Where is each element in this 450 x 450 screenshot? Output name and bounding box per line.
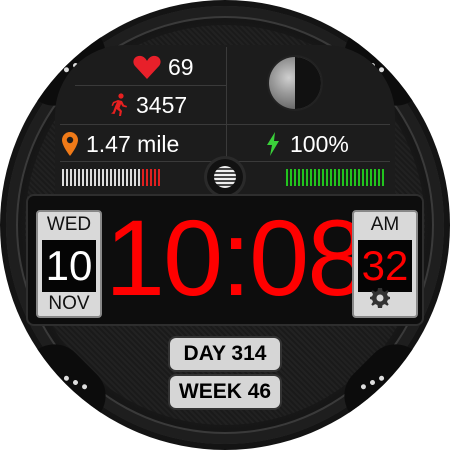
- bar-segment: [146, 169, 148, 186]
- steps-progress-bar: [62, 169, 160, 186]
- bar-segment: [70, 169, 72, 186]
- month: NOV: [48, 293, 90, 314]
- bar-segment: [86, 169, 88, 186]
- lightning-bolt-icon: [267, 132, 279, 156]
- bar-segment: [378, 169, 380, 186]
- bar-segment: [158, 169, 160, 186]
- bar-segment: [302, 169, 304, 186]
- bar-segment: [298, 169, 300, 186]
- bar-segment: [66, 169, 68, 186]
- bar-segment: [358, 169, 360, 186]
- bar-segment: [98, 169, 100, 186]
- bar-segment: [142, 169, 144, 186]
- bar-segment: [62, 169, 64, 186]
- bar-segment: [294, 169, 296, 186]
- bar-segment: [318, 169, 320, 186]
- bar-segment: [130, 169, 132, 186]
- distance-value: 1.47 mile: [86, 130, 180, 157]
- panel-divider-2: [60, 124, 390, 125]
- bar-segment: [126, 169, 128, 186]
- bar-segment: [114, 169, 116, 186]
- battery[interactable]: 100%: [266, 129, 349, 159]
- bar-segment: [138, 169, 140, 186]
- bar-segment: [366, 169, 368, 186]
- bar-segment: [94, 169, 96, 186]
- running-person-icon: [111, 93, 127, 116]
- bar-segment: [322, 169, 324, 186]
- heart-rate[interactable]: 69: [133, 52, 194, 82]
- distance[interactable]: 1.47 mile: [62, 129, 179, 159]
- bar-segment: [374, 169, 376, 186]
- bar-segment: [350, 169, 352, 186]
- bar-segment: [122, 169, 124, 186]
- bar-segment: [314, 169, 316, 186]
- center-button[interactable]: [207, 159, 243, 195]
- bar-segment: [362, 169, 364, 186]
- bar-segment: [118, 169, 120, 186]
- bar-segment: [110, 169, 112, 186]
- bar-segment: [310, 169, 312, 186]
- grille-icon: [214, 166, 236, 188]
- bar-segment: [106, 169, 108, 186]
- bar-segment: [370, 169, 372, 186]
- panel-divider-1: [75, 85, 226, 86]
- digital-time: 10:08: [105, 197, 367, 318]
- bar-segment: [154, 169, 156, 186]
- bar-segment: [134, 169, 136, 186]
- steps-value: 3457: [136, 91, 188, 118]
- heart-rate-value: 69: [168, 53, 194, 80]
- bar-segment: [342, 169, 344, 186]
- location-pin-icon: [62, 132, 78, 156]
- day-of-month: 10: [42, 240, 96, 292]
- battery-value: 100%: [290, 130, 349, 157]
- bar-segment: [290, 169, 292, 186]
- day-of-year-badge[interactable]: DAY 314: [170, 338, 280, 370]
- bar-segment: [102, 169, 104, 186]
- week-number-badge[interactable]: WEEK 46: [170, 376, 280, 408]
- steps[interactable]: 3457: [110, 90, 187, 120]
- watch-face: 69 3457 1.47 mile 100% WED 10 NOV 10:08 …: [0, 0, 450, 450]
- bar-segment: [90, 169, 92, 186]
- bar-segment: [150, 169, 152, 186]
- bar-segment: [334, 169, 336, 186]
- bar-segment: [354, 169, 356, 186]
- bar-segment: [74, 169, 76, 186]
- heart-icon: [133, 55, 161, 79]
- bar-segment: [306, 169, 308, 186]
- seconds: 32: [358, 240, 412, 292]
- bar-segment: [286, 169, 288, 186]
- bar-segment: [330, 169, 332, 186]
- bar-segment: [82, 169, 84, 186]
- battery-level-bar: [286, 169, 384, 186]
- bar-segment: [382, 169, 384, 186]
- gear-icon[interactable]: [370, 288, 390, 308]
- bar-segment: [326, 169, 328, 186]
- ampm: AM: [370, 214, 400, 235]
- bar-segment: [338, 169, 340, 186]
- date-box[interactable]: WED 10 NOV: [36, 210, 102, 318]
- panel-divider-vertical: [226, 47, 227, 160]
- weekday: WED: [46, 214, 92, 235]
- moon-phase-icon: [269, 57, 321, 109]
- bar-segment: [346, 169, 348, 186]
- bar-segment: [78, 169, 80, 186]
